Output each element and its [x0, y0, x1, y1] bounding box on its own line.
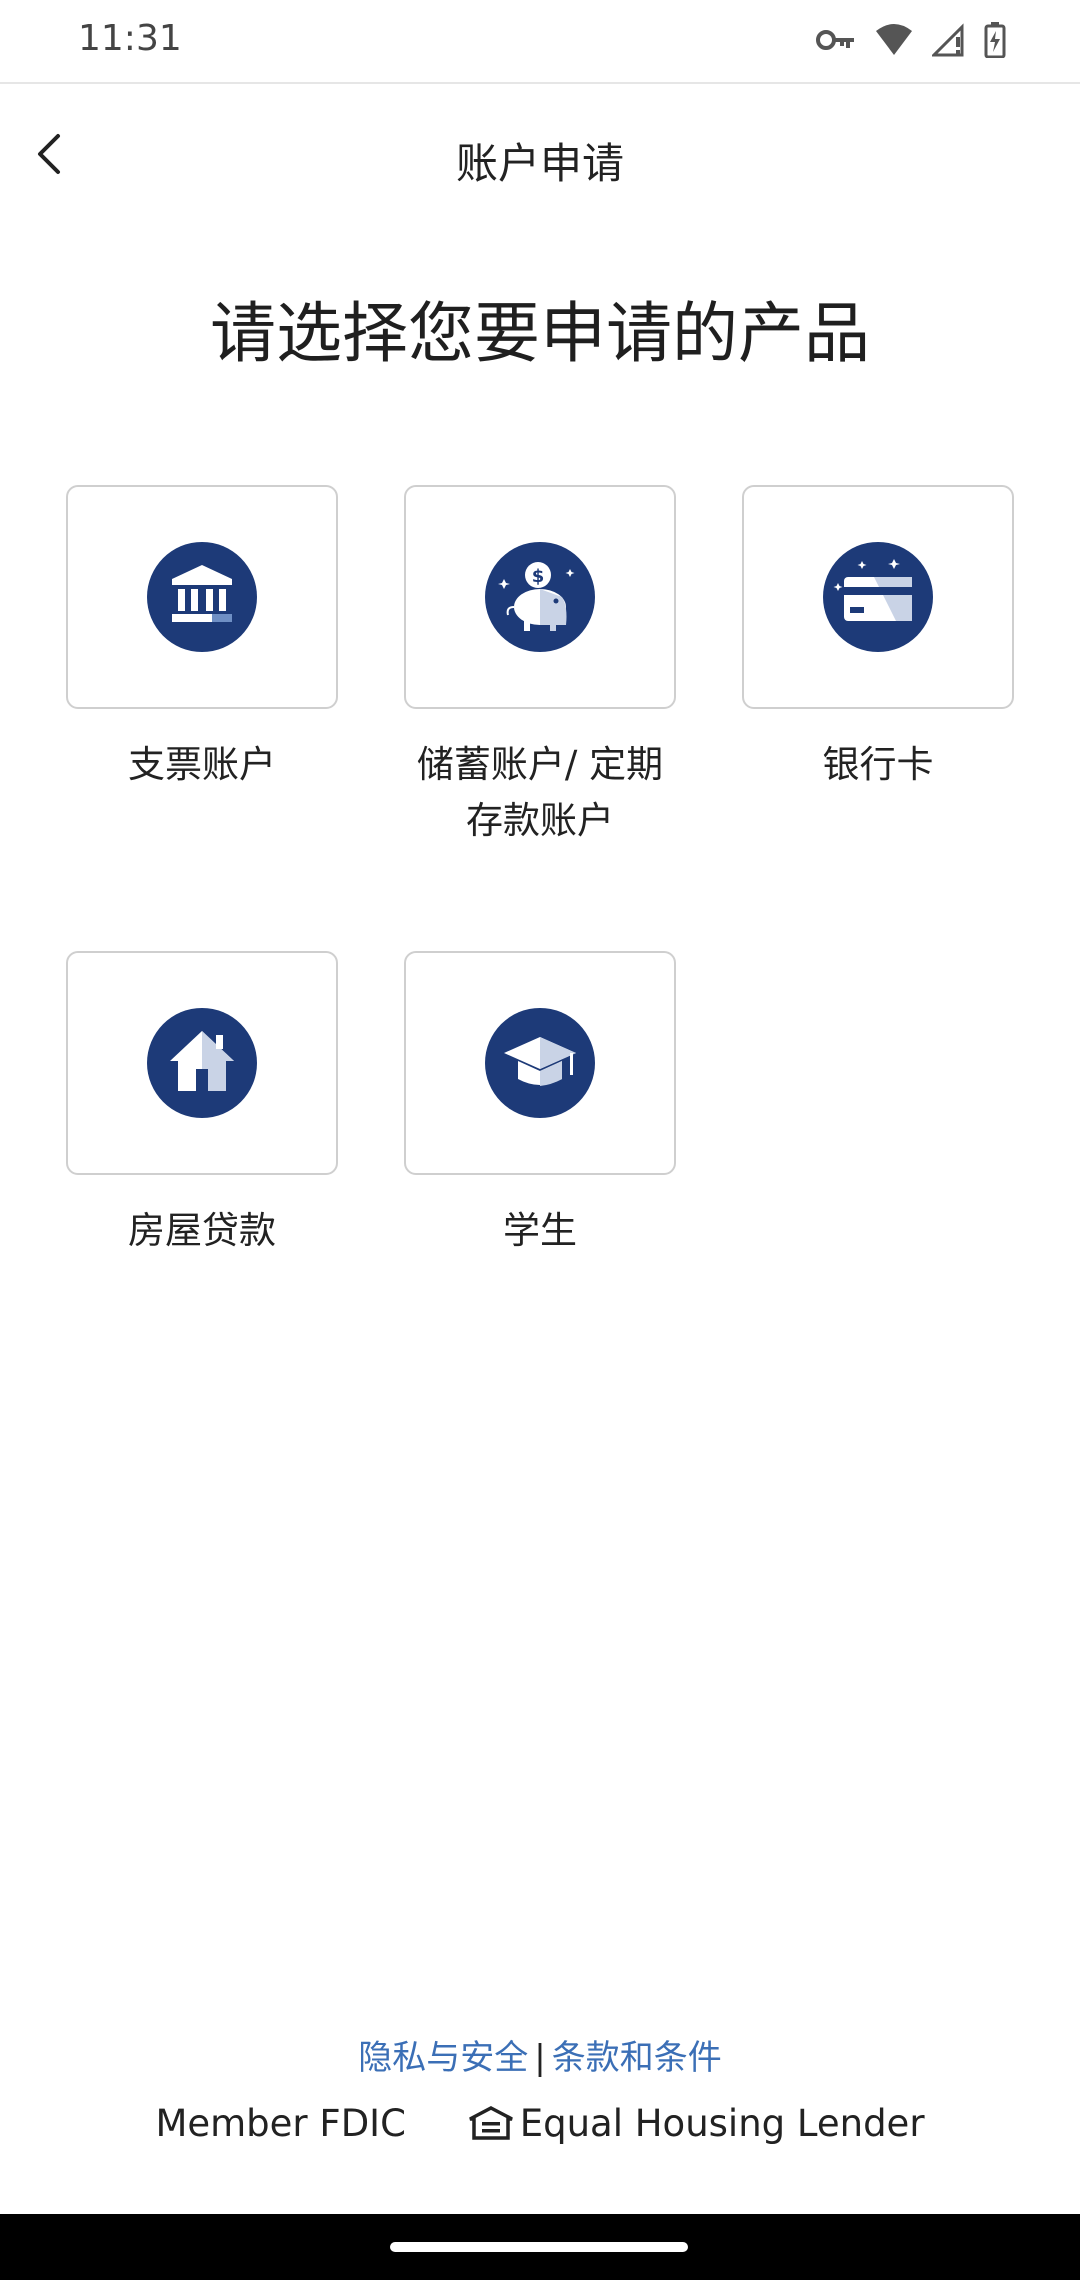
- product-card-savings[interactable]: $: [404, 485, 676, 709]
- app-bar: 账户申请: [0, 84, 1080, 236]
- home-gesture-handle[interactable]: [390, 2242, 688, 2252]
- product-item-card: 银行卡: [742, 485, 1014, 793]
- piggy-bank-icon: $: [485, 542, 595, 652]
- product-item-student: 学生: [404, 951, 676, 1259]
- bank-icon: [147, 542, 257, 652]
- product-label-savings: 储蓄账户/ 定期 存款账户: [416, 743, 664, 842]
- product-label-card: 银行卡: [822, 743, 934, 786]
- product-label-checking: 支票账户: [128, 743, 276, 786]
- system-nav-bar: [0, 2214, 1080, 2280]
- graduation-cap-icon: [485, 1008, 595, 1118]
- product-card-mortgage[interactable]: [66, 951, 338, 1175]
- cell-signal-icon: [932, 23, 966, 57]
- house-icon: [147, 1008, 257, 1118]
- footer-legal: Member FDIC Equal Housing Lender: [0, 2102, 1080, 2149]
- product-label-student: 学生: [503, 1209, 577, 1252]
- product-item-checking: 支票账户: [66, 485, 338, 793]
- product-item-mortgage: 房屋贷款: [66, 951, 338, 1259]
- product-card-checking[interactable]: [66, 485, 338, 709]
- equal-housing-icon: [468, 2106, 514, 2149]
- credit-card-icon: [823, 542, 933, 652]
- status-time: 11:31: [78, 18, 182, 59]
- product-card-student[interactable]: [404, 951, 676, 1175]
- status-icons: [816, 22, 1006, 58]
- product-card-card[interactable]: [742, 485, 1014, 709]
- member-fdic-text: Member FDIC: [155, 2102, 406, 2145]
- privacy-security-link[interactable]: 隐私与安全: [358, 2038, 528, 2078]
- product-selection-heading: 请选择您要申请的产品: [210, 295, 870, 372]
- vpn-key-icon: [816, 26, 856, 54]
- svg-text:$: $: [532, 566, 545, 587]
- product-item-savings: $ 储蓄账户/ 定期 存款账户: [404, 485, 676, 849]
- footer-separator: |: [534, 2038, 546, 2078]
- footer-links: 隐私与安全 | 条款和条件: [0, 2030, 1080, 2079]
- wifi-icon: [874, 23, 914, 57]
- status-bar: 11:31: [0, 0, 1080, 84]
- page-title: 账户申请: [455, 139, 624, 188]
- equal-housing-text: Equal Housing Lender: [519, 2102, 925, 2145]
- product-label-mortgage: 房屋贷款: [128, 1209, 276, 1252]
- battery-charging-icon: [984, 22, 1006, 58]
- terms-conditions-link[interactable]: 条款和条件: [552, 2038, 722, 2078]
